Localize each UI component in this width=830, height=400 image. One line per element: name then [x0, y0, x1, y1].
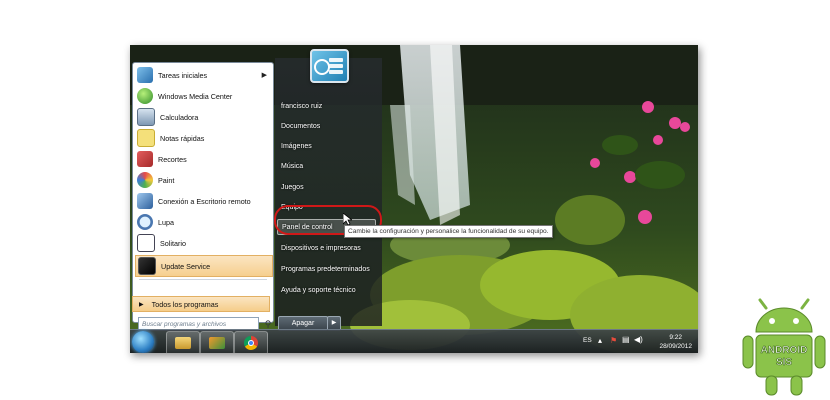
- program-label: Recortes: [158, 154, 187, 164]
- network-icon[interactable]: ▤: [622, 335, 630, 344]
- clock-date: 28/09/2012: [659, 343, 692, 350]
- explorer-icon: [175, 337, 191, 349]
- right-item-programas-predeterminados[interactable]: Programas predeterminados: [277, 261, 376, 277]
- program-label: Update Service: [161, 261, 211, 271]
- svg-text:SIS: SIS: [776, 357, 792, 368]
- clock-time: 9:22: [669, 334, 683, 341]
- right-item-label: Música: [281, 162, 304, 170]
- program-label: Paint: [158, 175, 175, 185]
- user-picture-icon: [314, 58, 343, 75]
- snipping-tool-icon: [137, 151, 153, 167]
- right-item-dispositivos[interactable]: Dispositivos e impresoras: [277, 240, 376, 256]
- media-player-icon: [209, 337, 225, 349]
- solitaire-icon: [137, 234, 155, 252]
- all-programs-arrow-icon: ▶: [139, 301, 144, 308]
- program-label: Windows Media Center: [158, 91, 233, 101]
- program-notas-rapidas[interactable]: Notas rápidas: [135, 128, 271, 148]
- right-item-label: Ayuda y soporte técnico: [281, 286, 356, 294]
- svg-text:ANDROID: ANDROID: [761, 345, 808, 356]
- magnifier-icon: [137, 214, 153, 230]
- right-item-label: Imágenes: [281, 142, 312, 150]
- taskbar: ES ▴ ⚑ ▤ ◀) 9:22 28/09/2012: [130, 329, 698, 353]
- volume-icon[interactable]: ◀): [634, 335, 643, 344]
- sticky-notes-icon: [137, 129, 155, 147]
- right-item-label: Dispositivos e impresoras: [281, 244, 361, 252]
- right-item-label: Documentos: [281, 122, 321, 130]
- program-recortes[interactable]: Recortes: [135, 149, 271, 169]
- program-tareas-iniciales[interactable]: Tareas iniciales ▶: [135, 65, 271, 85]
- start-menu: Tareas iniciales ▶ Windows Media Center …: [130, 58, 382, 331]
- all-programs-label: Todos los programas: [151, 299, 219, 309]
- getting-started-icon: [137, 67, 153, 83]
- program-update-service[interactable]: Update Service: [135, 255, 273, 277]
- taskbar-explorer-button[interactable]: [166, 331, 200, 353]
- right-item-musica[interactable]: Música: [277, 158, 376, 174]
- action-center-flag-icon[interactable]: ⚑: [610, 336, 617, 345]
- program-solitario[interactable]: Solitario: [135, 233, 271, 253]
- user-picture[interactable]: [310, 49, 349, 83]
- program-label: Calculadora: [160, 112, 199, 122]
- program-label: Lupa: [158, 217, 174, 227]
- right-item-label: Programas predeterminados: [281, 265, 370, 273]
- divider: [139, 279, 267, 280]
- right-item-documentos[interactable]: Documentos: [277, 118, 376, 134]
- program-label: Tareas iniciales: [158, 70, 208, 80]
- taskbar-clock[interactable]: 9:22 28/09/2012: [659, 333, 692, 351]
- paint-icon: [137, 172, 153, 188]
- start-button[interactable]: [132, 331, 154, 353]
- right-item-user[interactable]: francisco ruiz: [277, 98, 376, 114]
- media-center-icon: [137, 88, 153, 104]
- right-item-imagenes[interactable]: Imágenes: [277, 138, 376, 154]
- chrome-icon: [244, 336, 258, 350]
- right-item-label: Juegos: [281, 183, 304, 191]
- android-robot-logo: ANDROID SIS: [742, 298, 826, 396]
- tray-arrow-icon[interactable]: ▴: [598, 336, 602, 345]
- program-label: Solitario: [160, 238, 186, 248]
- shutdown-label: Apagar: [291, 320, 315, 327]
- update-service-icon: [138, 257, 156, 275]
- taskbar-media-player-button[interactable]: [200, 331, 234, 353]
- search-placeholder: Buscar programas y archivos: [142, 320, 227, 328]
- remote-desktop-icon: [137, 193, 153, 209]
- program-escritorio-remoto[interactable]: Conexión a Escritorio remoto: [135, 191, 271, 211]
- program-label: Notas rápidas: [160, 133, 205, 143]
- right-item-juegos[interactable]: Juegos: [277, 179, 376, 195]
- right-item-label: francisco ruiz: [281, 102, 323, 110]
- start-menu-program-list: Tareas iniciales ▶ Windows Media Center …: [132, 62, 274, 323]
- desktop-screenshot: Tareas iniciales ▶ Windows Media Center …: [130, 45, 698, 353]
- language-indicator[interactable]: ES: [583, 337, 592, 344]
- program-calculadora[interactable]: Calculadora: [135, 107, 271, 127]
- submenu-arrow-icon: ▶: [261, 72, 267, 79]
- calculator-icon: [137, 108, 155, 126]
- program-label: Conexión a Escritorio remoto: [158, 196, 251, 206]
- right-item-ayuda[interactable]: Ayuda y soporte técnico: [277, 282, 376, 298]
- program-lupa[interactable]: Lupa: [135, 212, 271, 232]
- program-paint[interactable]: Paint: [135, 170, 271, 190]
- program-media-center[interactable]: Windows Media Center: [135, 86, 271, 106]
- tooltip: Cambie la configuración y personalice la…: [344, 225, 553, 238]
- all-programs-button[interactable]: ▶ Todos los programas: [132, 296, 270, 312]
- taskbar-chrome-button[interactable]: [234, 331, 268, 353]
